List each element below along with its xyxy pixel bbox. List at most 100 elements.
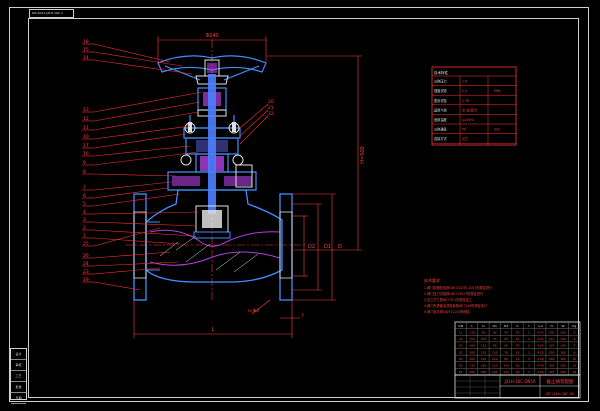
spec-cell: MPa — [494, 89, 501, 93]
callout-leader — [93, 221, 197, 227]
size-cell: 3 — [528, 364, 530, 368]
size-cell: 32 — [459, 350, 463, 354]
size-cell: 100 — [492, 350, 498, 354]
size-cell: 25 — [459, 344, 463, 348]
callout-leader — [93, 237, 181, 245]
callout-leader — [93, 281, 141, 291]
spec-cell: 1.6 — [462, 80, 467, 84]
size-cell: 65 — [504, 344, 508, 348]
size-cell: 265 — [549, 357, 555, 361]
size-cell: 4-14 — [537, 330, 544, 334]
size-cell: 105 — [481, 337, 487, 341]
size-cell: 4-18 — [537, 364, 544, 368]
left-flange — [133, 193, 160, 301]
size-cell: 2 — [528, 344, 530, 348]
spec-cell: 1.76 — [462, 99, 469, 103]
part-callout-label: 15 — [83, 47, 89, 53]
size-cell: Kg — [572, 324, 576, 328]
part-callout-label: 13 — [83, 107, 89, 113]
size-cell: 20 — [459, 337, 463, 341]
size-cell: 95 — [481, 330, 485, 334]
size-cell: 15 — [459, 330, 463, 334]
callout-leader — [93, 125, 191, 140]
size-cell: 16 — [516, 350, 520, 354]
size-cell: 140 — [560, 344, 566, 348]
title-block-title: 截止阀装配图 — [547, 378, 574, 385]
callout-leader — [239, 103, 269, 129]
size-cell: 75 — [493, 337, 497, 341]
size-cell: 40 — [459, 357, 463, 361]
size-cell: 145 — [492, 370, 498, 374]
part-callout-label: 1 — [83, 233, 86, 239]
callout-leader — [93, 229, 195, 237]
size-cell: 4-18 — [537, 350, 544, 354]
callout-leader — [93, 261, 179, 267]
dim-flange-d2: D2 — [308, 244, 315, 250]
size-cell: 5 — [573, 344, 575, 348]
size-cell: 16 — [516, 364, 520, 368]
size-cell: 19 — [572, 370, 576, 374]
spec-table: 技术特性 公称压力 1.6 强度试验 2.4 MPa 密封试验 1.76 适用介质 水·油·蒸汽… — [431, 66, 517, 146]
part-callout-label: 20 — [268, 99, 274, 105]
note-line: 1.阀门制造检验按GB/T12235-2007的规定进行 — [424, 285, 493, 290]
callout-leader — [93, 187, 169, 199]
notes-title: 技术要求 — [424, 277, 440, 283]
spec-cell: 密封试验 — [434, 98, 448, 103]
size-cell: f — [528, 324, 530, 328]
size-cell: 4-14 — [537, 337, 544, 341]
part-callout-label: 18 — [83, 39, 89, 45]
callout-leader — [93, 91, 203, 113]
part-callout-label: 8 — [83, 169, 86, 175]
size-cell: 16 — [516, 357, 520, 361]
size-cell: 100 — [503, 364, 509, 368]
spec-cell: 适用介质 — [434, 107, 448, 112]
callout-leader — [93, 101, 201, 122]
drawing-sheet: DN·2021·J41H-16C·1 设计 审核 工艺 批准 日期 Φ240 H… — [0, 0, 600, 411]
size-cell: 55 — [504, 337, 508, 341]
size-cell: D — [482, 324, 485, 328]
spec-cell: 公称通径 — [434, 127, 448, 132]
size-cell: 18 — [516, 370, 520, 374]
size-cell: 180 — [481, 370, 487, 374]
size-cell: 2 — [528, 330, 530, 334]
size-cell: 4-14 — [537, 344, 544, 348]
note-line: 2.阀门压力试验按GB/T13927的规定进行 — [424, 291, 484, 296]
callout-leader — [93, 173, 177, 177]
size-cell: 200 — [549, 330, 555, 334]
part-callout-label: 2 — [83, 225, 86, 231]
size-cell: L — [471, 324, 473, 328]
part-callout-label: 9 — [83, 160, 86, 166]
spec-cell: 2.4 — [462, 89, 467, 93]
part-callout-label: 25 — [83, 241, 89, 247]
dim-handwheel: Φ240 — [205, 33, 218, 39]
spec-cell: 强度试验 — [434, 88, 448, 93]
callout-leader — [93, 193, 181, 207]
part-callout-label: 11 — [83, 125, 89, 131]
size-cell: 200 — [469, 357, 475, 361]
size-cell: 45 — [504, 330, 508, 334]
part-callout-label: 26 — [83, 253, 89, 259]
callout-leader — [239, 115, 269, 145]
size-cell: 130 — [469, 330, 475, 334]
size-cell: b — [517, 324, 519, 328]
size-cell: 78 — [504, 350, 508, 354]
technical-notes: 技术要求 1.阀门制造检验按GB/T12235-2007的规定进行2.阀门压力试… — [424, 277, 493, 314]
size-cell: 135 — [481, 350, 487, 354]
dim-bolt-holes: n-Φd — [248, 308, 259, 314]
spec-cell: 50 — [462, 128, 466, 132]
note-line: 5.阀门标志按GB/T12220的规定 — [424, 309, 471, 314]
size-cell: 240 — [560, 370, 566, 374]
size-cell: 8 — [573, 350, 575, 354]
part-callout-label: 4 — [83, 209, 86, 215]
size-cell: 14 — [516, 330, 520, 334]
part-callout-label: 23 — [83, 269, 89, 275]
size-cell: 125 — [492, 364, 498, 368]
size-cell: 160 — [469, 344, 475, 348]
spec-cell: 公称压力 — [434, 79, 447, 84]
dim-flange-d: D — [338, 244, 342, 250]
size-cell: 3 — [573, 330, 575, 334]
size-cell: 50 — [459, 364, 463, 368]
size-cell: 285 — [549, 364, 555, 368]
size-cell: 160 — [560, 350, 566, 354]
size-cell: H — [550, 324, 552, 328]
